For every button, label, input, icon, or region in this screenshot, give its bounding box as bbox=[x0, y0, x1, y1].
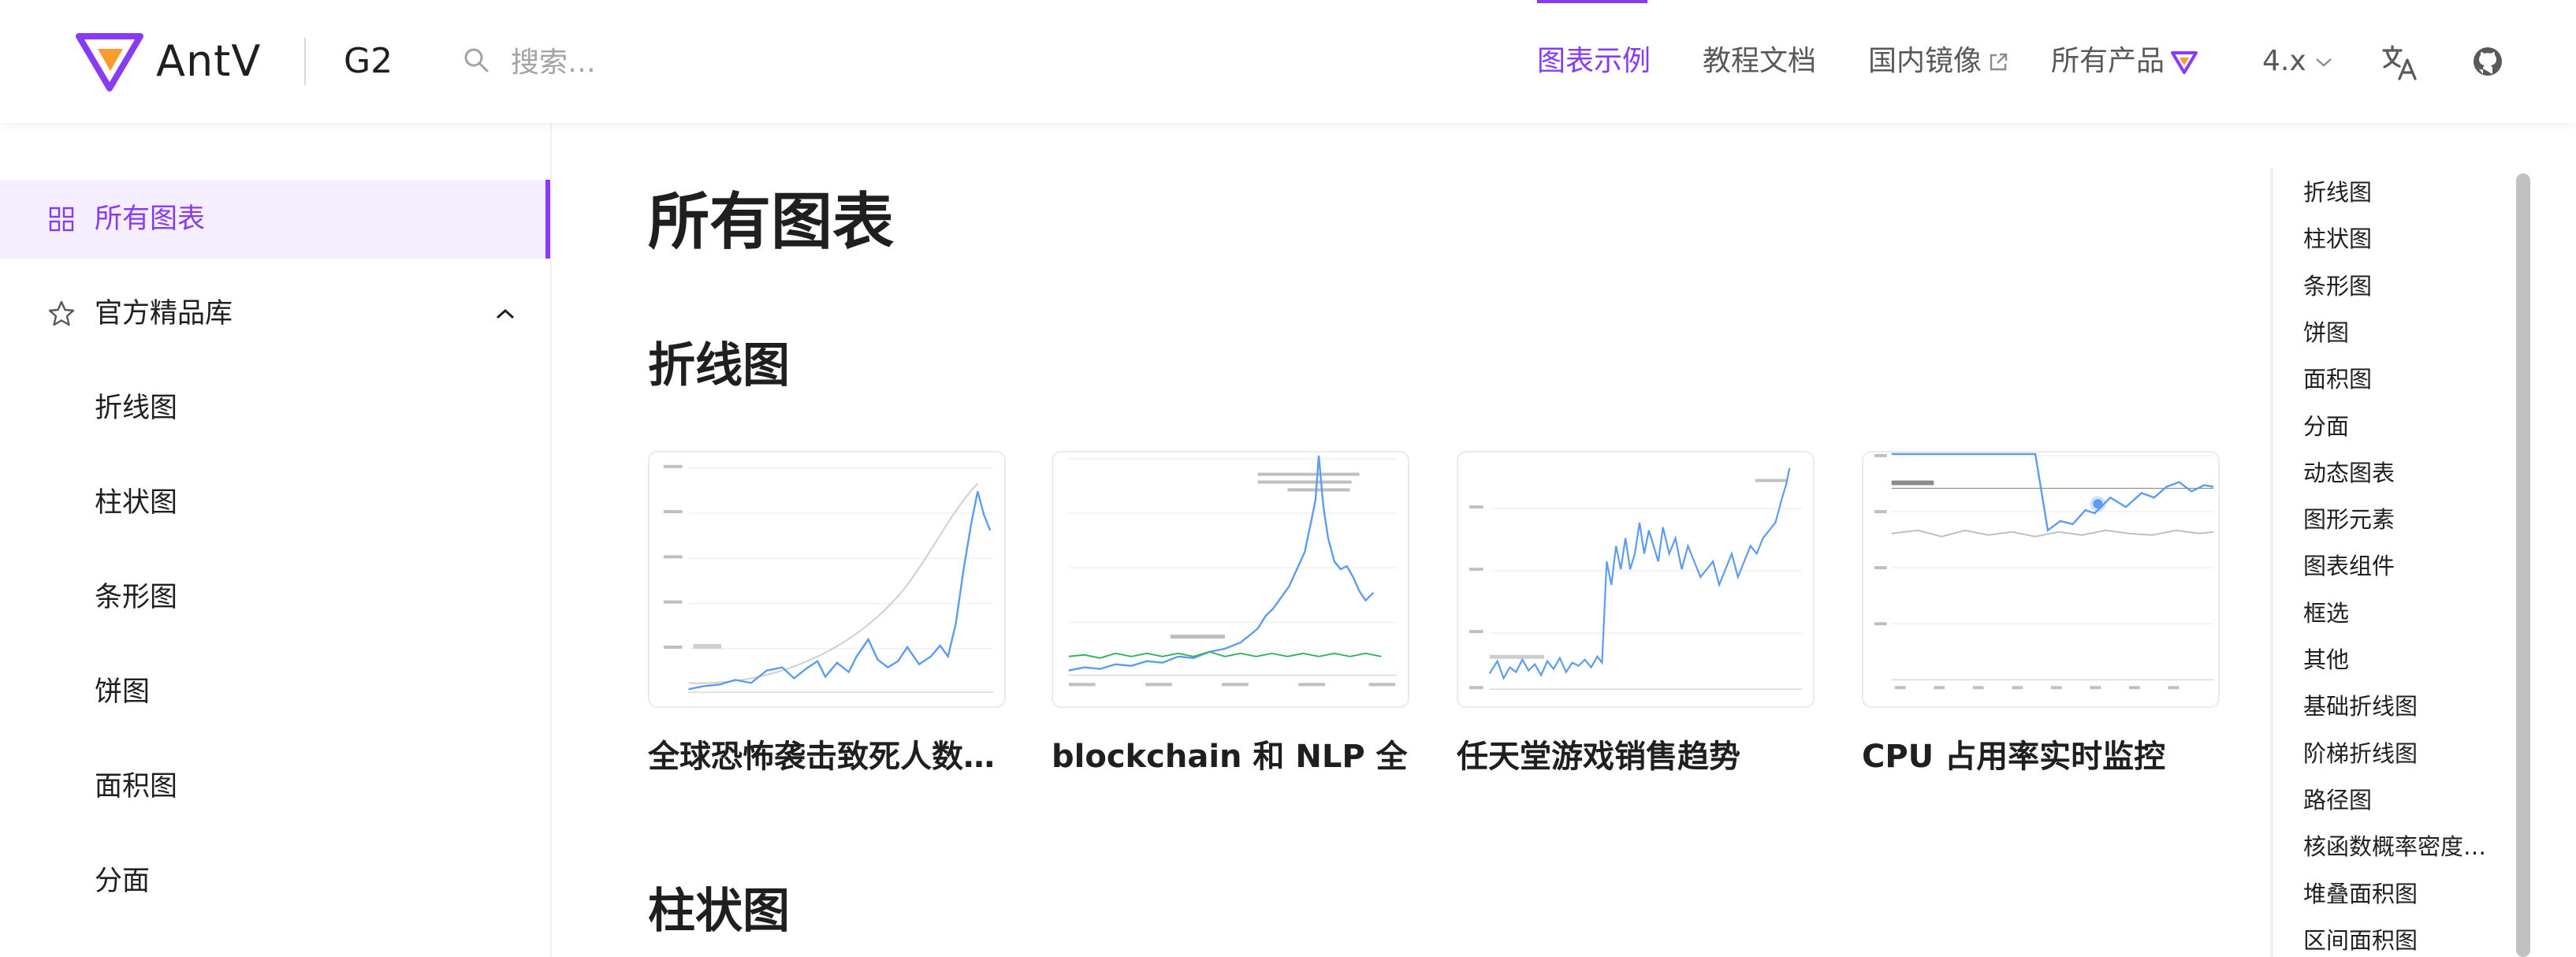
sidebar-item-label: 分面 bbox=[95, 866, 151, 897]
chart-thumbnail bbox=[1068, 455, 1398, 687]
toc-item[interactable]: 阶梯折线图 bbox=[2303, 738, 2418, 769]
sidebar-item-label: 饼图 bbox=[95, 676, 151, 708]
sidebar-item-label: 面积图 bbox=[95, 771, 178, 802]
nav-docs[interactable]: 教程文档 bbox=[1703, 38, 1816, 85]
product-name[interactable]: G2 bbox=[344, 32, 393, 91]
sidebar: 所有图表 官方精品库 折线图 柱状图 条形图 饼图 面积图 分面 bbox=[0, 123, 552, 957]
section-title-column: 柱状图 bbox=[648, 884, 790, 939]
chart-card-title[interactable]: blockchain 和 NLP 全… bbox=[1052, 733, 1409, 780]
top-header: AntV G2 图表示例 教程文档 国内镜像 所有产品 4.x bbox=[0, 0, 2576, 123]
brand-name[interactable]: AntV bbox=[156, 32, 261, 91]
chevron-down-icon bbox=[2315, 58, 2332, 67]
toc-item[interactable]: 图形元素 bbox=[2303, 504, 2395, 535]
chevron-up-icon[interactable] bbox=[495, 307, 516, 320]
sidebar-item-bar[interactable]: 条形图 bbox=[0, 558, 550, 637]
external-link-icon bbox=[1990, 53, 2008, 71]
toc-item[interactable]: 柱状图 bbox=[2303, 223, 2372, 255]
antv-triangle-icon bbox=[2171, 51, 2198, 74]
chart-card-title[interactable]: CPU 占用率实时监控 bbox=[1862, 733, 2220, 780]
chart-card-title[interactable]: 任天堂游戏销售趋势 bbox=[1457, 733, 1815, 780]
sidebar-item-label: 所有图表 bbox=[95, 203, 206, 235]
translate-icon[interactable] bbox=[2381, 43, 2420, 82]
github-icon[interactable] bbox=[2472, 46, 2503, 77]
sidebar-item-facet[interactable]: 分面 bbox=[0, 842, 550, 921]
chart-card-terror[interactable] bbox=[648, 451, 1006, 708]
chart-card-cpu[interactable] bbox=[1862, 451, 2220, 708]
nav-examples[interactable]: 图表示例 bbox=[1537, 38, 1651, 85]
toc-item[interactable]: 饼图 bbox=[2303, 317, 2349, 348]
header-divider bbox=[304, 38, 306, 85]
search-input[interactable] bbox=[509, 38, 812, 87]
section-title-line: 折线图 bbox=[648, 338, 790, 393]
nav-products-label: 所有产品 bbox=[2051, 45, 2165, 77]
chart-card-nintendo[interactable] bbox=[1457, 451, 1815, 708]
grid-icon bbox=[49, 207, 74, 232]
chart-thumbnail bbox=[1874, 452, 2214, 690]
toc-item[interactable]: 面积图 bbox=[2303, 363, 2372, 395]
toc-item[interactable]: 图表组件 bbox=[2303, 550, 2395, 582]
sidebar-item-label: 折线图 bbox=[95, 393, 178, 424]
chart-card-title[interactable]: 全球恐怖袭击致死人数… bbox=[648, 733, 1006, 780]
sidebar-item-column[interactable]: 柱状图 bbox=[0, 464, 550, 542]
nav-mirror-label: 国内镜像 bbox=[1868, 45, 1982, 77]
sidebar-item-pie[interactable]: 饼图 bbox=[0, 653, 550, 732]
toc-item[interactable]: 分面 bbox=[2303, 411, 2349, 442]
sidebar-item-official-library[interactable]: 官方精品库 bbox=[0, 274, 550, 353]
chart-thumbnail bbox=[1469, 467, 1803, 691]
version-label: 4.x bbox=[2262, 45, 2306, 77]
nav-active-indicator bbox=[1537, 0, 1647, 3]
toc-item[interactable]: 路径图 bbox=[2303, 784, 2372, 816]
toc-item[interactable]: 条形图 bbox=[2303, 270, 2372, 302]
toc-item[interactable]: 堆叠面积图 bbox=[2303, 878, 2418, 910]
toc-scrollbar[interactable] bbox=[2516, 173, 2530, 957]
star-icon bbox=[48, 300, 75, 326]
toc-item[interactable]: 核函数概率密度… bbox=[2303, 831, 2486, 862]
toc-item[interactable]: 其他 bbox=[2303, 644, 2349, 676]
toc-item[interactable]: 区间面积图 bbox=[2303, 925, 2418, 956]
version-select[interactable]: 4.x bbox=[2262, 38, 2333, 85]
chart-thumbnail bbox=[663, 464, 994, 693]
sidebar-item-line[interactable]: 折线图 bbox=[0, 369, 550, 448]
chart-card-blockchain[interactable] bbox=[1052, 451, 1409, 708]
sidebar-item-area[interactable]: 面积图 bbox=[0, 747, 550, 826]
search-icon bbox=[464, 48, 489, 73]
toc-item[interactable]: 框选 bbox=[2303, 598, 2349, 629]
nav-products[interactable]: 所有产品 bbox=[2051, 38, 2198, 85]
sidebar-item-label: 官方精品库 bbox=[95, 298, 233, 330]
toc-item[interactable]: 基础折线图 bbox=[2303, 691, 2418, 722]
sidebar-item-label: 条形图 bbox=[95, 582, 178, 613]
page-title: 所有图表 bbox=[648, 187, 895, 258]
antv-logo-icon[interactable] bbox=[76, 32, 143, 91]
sidebar-item-label: 柱状图 bbox=[95, 487, 178, 519]
toc-item[interactable]: 动态图表 bbox=[2303, 457, 2395, 489]
toc-item[interactable]: 折线图 bbox=[2303, 177, 2372, 208]
nav-mirror[interactable]: 国内镜像 bbox=[1868, 38, 2008, 85]
sidebar-item-all-charts[interactable]: 所有图表 bbox=[0, 180, 550, 259]
